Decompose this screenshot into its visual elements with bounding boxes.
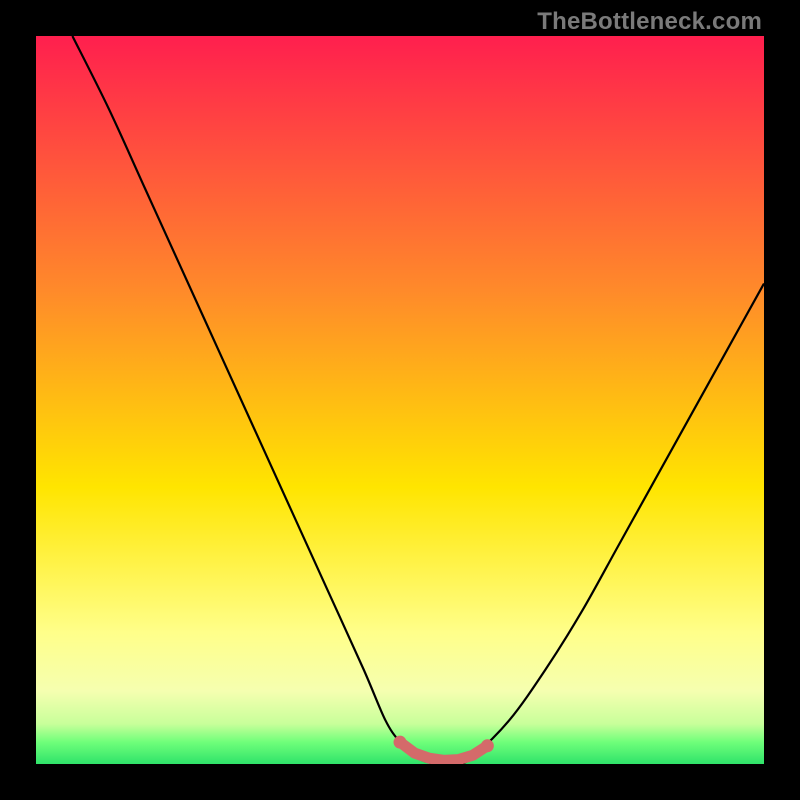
watermark-text: TheBottleneck.com xyxy=(537,8,762,36)
optimal-range-markers xyxy=(394,736,494,761)
optimal-range-endpoint xyxy=(481,739,494,752)
optimal-range-path xyxy=(400,742,487,760)
curve-layer xyxy=(36,36,764,764)
plot-area xyxy=(36,36,764,764)
optimal-range-endpoint xyxy=(394,736,407,749)
bottleneck-curve xyxy=(72,36,764,764)
chart-container: TheBottleneck.com xyxy=(0,0,800,800)
